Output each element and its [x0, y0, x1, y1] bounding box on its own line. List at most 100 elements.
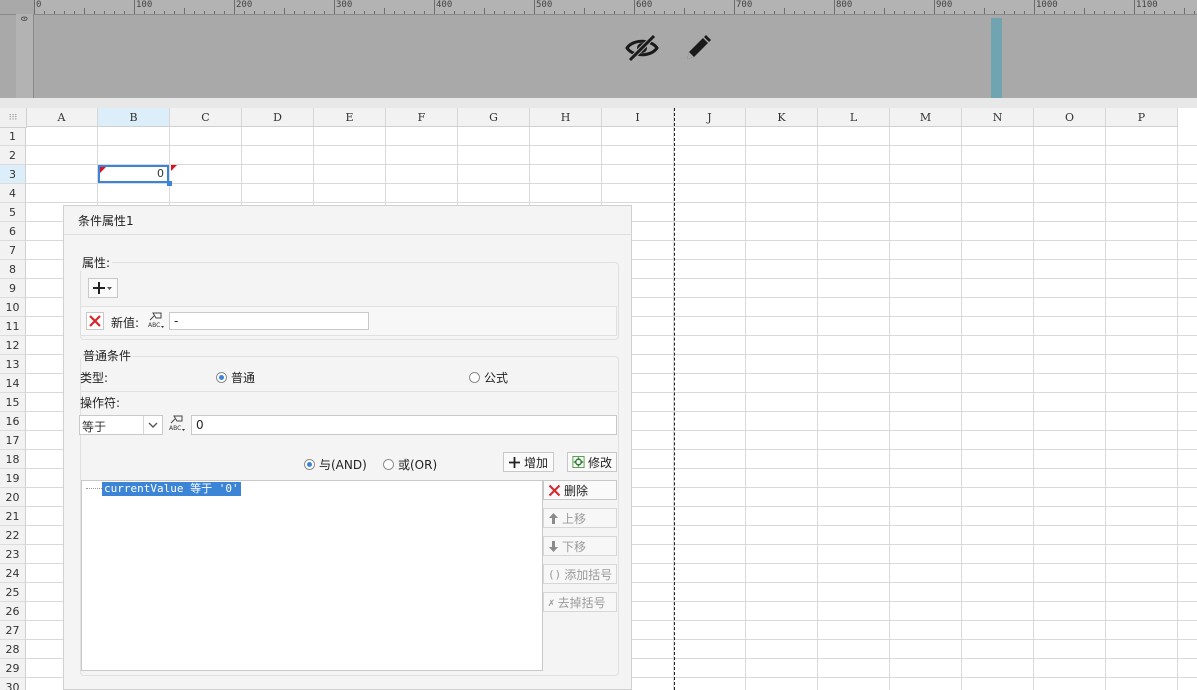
row-header-27[interactable]: 27	[0, 621, 26, 640]
operator-select-value: 等于	[82, 420, 107, 434]
row-header-25[interactable]: 25	[0, 583, 26, 602]
grid-row-line	[26, 183, 1197, 184]
column-header-i[interactable]: I	[602, 108, 674, 127]
row-header-21[interactable]: 21	[0, 507, 26, 526]
add-attribute-button[interactable]	[88, 278, 118, 298]
move-up-button[interactable]: 上移	[543, 508, 617, 528]
move-down-button[interactable]: 下移	[543, 536, 617, 556]
ruler-tick	[1004, 11, 1005, 14]
row-header-10[interactable]: 10	[0, 298, 26, 317]
type-formula-radio[interactable]: 公式	[469, 369, 508, 386]
band-marker[interactable]	[991, 18, 1002, 98]
ruler-tick	[674, 11, 675, 14]
ruler-tick	[1104, 11, 1105, 14]
modify-condition-button[interactable]: 修改	[567, 452, 617, 472]
row-header-3[interactable]: 3	[0, 165, 26, 184]
selected-cell-b3[interactable]: 0	[98, 165, 169, 183]
row-header-9[interactable]: 9	[0, 279, 26, 298]
row-header-4[interactable]: 4	[0, 184, 26, 203]
row-header-17[interactable]: 17	[0, 431, 26, 450]
report-header-band: 0 100 200 300 400 500 600 700 800 900 1000 1100 0	[0, 0, 1197, 98]
condition-item[interactable]: currentValue 等于 '0'	[102, 482, 241, 496]
ruler-tick	[574, 11, 575, 14]
add-condition-button[interactable]: 增加	[503, 452, 554, 472]
operand-type-icon[interactable]: ABC	[168, 415, 186, 433]
row-header-13[interactable]: 13	[0, 355, 26, 374]
type-normal-radio[interactable]: 普通	[216, 369, 255, 386]
cell-condition-flag	[100, 167, 106, 173]
ruler-number: 400	[436, 0, 453, 10]
join-or-radio[interactable]: 或(OR)	[383, 456, 437, 473]
row-header-18[interactable]: 18	[0, 450, 26, 469]
new-value-input[interactable]: -	[169, 312, 369, 330]
ruler-tick	[684, 8, 685, 14]
row-header-26[interactable]: 26	[0, 602, 26, 621]
grid-column-line	[745, 127, 746, 690]
row-header-12[interactable]: 12	[0, 336, 26, 355]
column-header-d[interactable]: D	[242, 108, 314, 127]
row-header-5[interactable]: 5	[0, 203, 26, 222]
ruler-tick	[134, 0, 135, 14]
column-header-a[interactable]: A	[26, 108, 98, 127]
column-header-m[interactable]: M	[890, 108, 962, 127]
pencil-icon[interactable]	[680, 30, 716, 66]
row-header-2[interactable]: 2	[0, 146, 26, 165]
radio-checked-icon	[216, 372, 227, 383]
column-header-l[interactable]: L	[818, 108, 890, 127]
column-header-b[interactable]: B	[98, 108, 170, 127]
row-header-23[interactable]: 23	[0, 545, 26, 564]
row-header-15[interactable]: 15	[0, 393, 26, 412]
column-header-p[interactable]: P	[1106, 108, 1178, 127]
ruler-tick	[1144, 11, 1145, 14]
ruler-tick	[1094, 11, 1095, 14]
ruler-tick	[84, 8, 85, 14]
ruler-tick	[844, 11, 845, 14]
row-header-22[interactable]: 22	[0, 526, 26, 545]
ruler-tick	[964, 11, 965, 14]
remove-bracket-button[interactable]: ✗ 去掉括号	[543, 592, 617, 612]
column-header-h[interactable]: H	[530, 108, 602, 127]
ruler-tick	[784, 8, 785, 14]
column-header-k[interactable]: K	[746, 108, 818, 127]
row-header-20[interactable]: 20	[0, 488, 26, 507]
row-header-30[interactable]: 30	[0, 678, 26, 690]
row-header-16[interactable]: 16	[0, 412, 26, 431]
chevron-down-icon	[143, 416, 162, 434]
row-header-7[interactable]: 7	[0, 241, 26, 260]
row-header-11[interactable]: 11	[0, 317, 26, 336]
row-header-6[interactable]: 6	[0, 222, 26, 241]
ruler-tick	[704, 11, 705, 14]
column-header-e[interactable]: E	[314, 108, 386, 127]
row-header-29[interactable]: 29	[0, 659, 26, 678]
ruler-tick	[1054, 11, 1055, 14]
operator-select[interactable]: 等于	[79, 415, 163, 435]
ruler-tick	[864, 11, 865, 14]
delete-condition-button[interactable]: 删除	[543, 480, 617, 500]
value-type-icon[interactable]: ABC	[147, 312, 165, 330]
ruler-tick	[624, 11, 625, 14]
row-header-19[interactable]: 19	[0, 469, 26, 488]
eye-slash-icon[interactable]	[624, 30, 660, 66]
fill-handle[interactable]	[167, 181, 172, 186]
column-header-c[interactable]: C	[170, 108, 242, 127]
condition-list[interactable]: currentValue 等于 '0'	[81, 480, 543, 671]
row-header-28[interactable]: 28	[0, 640, 26, 659]
column-header-j[interactable]: J	[674, 108, 746, 127]
remove-attribute-icon[interactable]	[86, 312, 104, 330]
ruler-tick	[94, 11, 95, 14]
ruler-tick	[64, 11, 65, 14]
add-bracket-button[interactable]: () 添加括号	[543, 564, 617, 584]
join-and-radio[interactable]: 与(AND)	[304, 456, 367, 473]
column-header-f[interactable]: F	[386, 108, 458, 127]
row-header-24[interactable]: 24	[0, 564, 26, 583]
column-header-o[interactable]: O	[1034, 108, 1106, 127]
column-header-g[interactable]: G	[458, 108, 530, 127]
select-all-corner[interactable]: ⁝⁝⁝	[0, 108, 27, 128]
ruler-tick	[934, 0, 935, 14]
row-header-8[interactable]: 8	[0, 260, 26, 279]
row-header-14[interactable]: 14	[0, 374, 26, 393]
column-header-n[interactable]: N	[962, 108, 1034, 127]
row-header-1[interactable]: 1	[0, 127, 26, 146]
operand-input[interactable]: 0	[191, 415, 617, 435]
ruler-tick	[984, 8, 985, 14]
